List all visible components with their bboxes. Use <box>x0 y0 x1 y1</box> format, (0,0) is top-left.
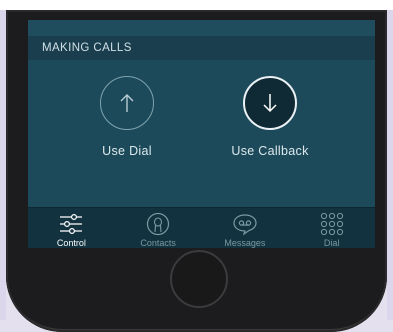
previous-section-strip <box>28 20 375 36</box>
keypad-icon <box>320 212 344 236</box>
section-header: MAKING CALLS <box>28 36 375 60</box>
home-button[interactable] <box>170 250 228 308</box>
page-top-edge <box>0 0 393 10</box>
use-dial-label: Use Dial <box>102 144 152 158</box>
arrow-up-icon <box>100 76 154 130</box>
arrow-down-icon <box>243 76 297 130</box>
use-callback-button[interactable]: Use Callback <box>210 76 330 158</box>
tab-contacts-label: Contacts <box>140 238 176 248</box>
tab-bar: Control Contacts Messages Dial <box>28 207 375 248</box>
tab-dial[interactable]: Dial <box>288 208 375 248</box>
use-dial-button[interactable]: Use Dial <box>67 76 187 158</box>
voicemail-icon <box>232 212 258 236</box>
page-right-edge <box>387 10 393 320</box>
tab-dial-label: Dial <box>323 238 340 248</box>
tab-control-label: Control <box>56 238 86 248</box>
sliders-icon <box>59 212 83 236</box>
tab-messages-label: Messages <box>224 238 266 248</box>
contact-icon <box>146 212 170 236</box>
making-calls-panel: Use Dial Use Callback <box>28 60 375 207</box>
tab-contacts[interactable]: Contacts <box>115 208 202 248</box>
phone-frame: MAKING CALLS Use Dial Use Callback Contr… <box>6 10 387 332</box>
tab-control[interactable]: Control <box>28 208 115 248</box>
tab-messages[interactable]: Messages <box>202 208 289 248</box>
use-callback-label: Use Callback <box>231 144 309 158</box>
phone-screen: MAKING CALLS Use Dial Use Callback Contr… <box>28 20 375 248</box>
